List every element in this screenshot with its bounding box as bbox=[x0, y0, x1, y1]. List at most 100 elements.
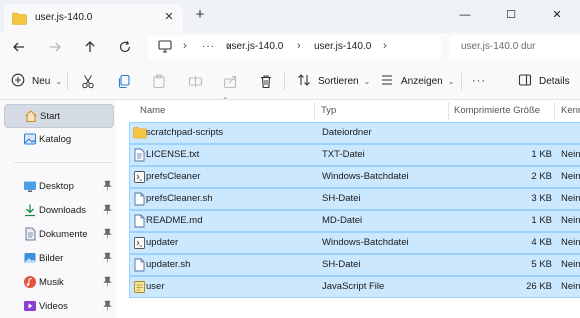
search-field[interactable]: user.js-140.0 dur bbox=[449, 36, 580, 59]
table-row[interactable]: prefsCleaner Windows-Batchdatei 2 KB Nei… bbox=[129, 166, 580, 188]
chevron-down-icon: ⌄ bbox=[447, 76, 455, 86]
minimize-button[interactable]: — bbox=[442, 0, 488, 30]
folder-icon bbox=[12, 12, 27, 28]
pin-icon[interactable] bbox=[103, 180, 112, 193]
pin-icon[interactable] bbox=[103, 300, 112, 313]
search-placeholder: user.js-140.0 dur bbox=[461, 41, 536, 52]
new-tab-button[interactable]: + bbox=[191, 6, 209, 24]
file-name: LICENSE.txt bbox=[146, 149, 200, 160]
file-protected: Nein bbox=[561, 259, 580, 270]
table-row[interactable]: updater.sh SH-Datei 5 KB Nein bbox=[129, 254, 580, 276]
share-icon bbox=[223, 72, 238, 90]
column-divider[interactable] bbox=[448, 102, 449, 120]
sidebar-item-katalog[interactable]: Katalog bbox=[4, 128, 114, 152]
sort-arrows-icon bbox=[297, 73, 313, 89]
new-button[interactable]: Neu ⌄ bbox=[11, 72, 62, 90]
paste-icon bbox=[152, 72, 166, 90]
sidebar-item-label: Katalog bbox=[39, 134, 72, 145]
file-protected: Nein bbox=[561, 193, 580, 204]
copy-icon[interactable] bbox=[117, 72, 131, 90]
maximize-button[interactable]: ☐ bbox=[488, 0, 534, 30]
column-header-protected[interactable]: Kenn bbox=[561, 105, 580, 116]
table-row[interactable]: prefsCleaner.sh SH-Datei 3 KB Nein bbox=[129, 188, 580, 210]
column-header-compressed-size[interactable]: Komprimierte Größe bbox=[454, 105, 540, 116]
cut-icon[interactable] bbox=[81, 72, 95, 90]
sidebar-item-dokumente[interactable]: Dokumente bbox=[4, 223, 114, 247]
table-row[interactable]: README.md MD-Datei 1 KB Nein bbox=[129, 210, 580, 232]
refresh-icon[interactable] bbox=[117, 40, 133, 56]
file-name: user bbox=[146, 281, 165, 292]
tab-close-icon[interactable]: ✕ bbox=[161, 9, 177, 25]
breadcrumb-more-button[interactable]: ··· bbox=[202, 41, 215, 52]
address-bar[interactable]: › ··· › user.js-140.0 › user.js-140.0 › bbox=[148, 36, 441, 59]
text-file-icon bbox=[133, 148, 147, 162]
file-type: SH-Datei bbox=[322, 259, 361, 270]
file-size: 1 KB bbox=[531, 215, 552, 226]
batch-file-icon bbox=[133, 236, 147, 250]
folder-icon bbox=[133, 126, 147, 140]
pin-icon[interactable] bbox=[103, 252, 112, 265]
pin-icon[interactable] bbox=[103, 276, 112, 289]
sidebar-item-label: Musik bbox=[39, 277, 64, 288]
sidebar-item-label: Dokumente bbox=[39, 229, 88, 240]
pin-icon[interactable] bbox=[103, 204, 112, 217]
back-arrow-icon[interactable] bbox=[11, 40, 27, 56]
chevron-down-icon: ⌄ bbox=[55, 76, 63, 86]
file-protected: Nein bbox=[561, 281, 580, 292]
file-size: 26 KB bbox=[526, 281, 552, 292]
file-size: 4 KB bbox=[531, 237, 552, 248]
sidebar-item-bilder[interactable]: Bilder bbox=[4, 247, 114, 271]
breadcrumb-segment[interactable]: user.js-140.0 bbox=[314, 41, 371, 52]
table-row[interactable]: user JavaScript File 26 KB Nein bbox=[129, 276, 580, 298]
navigation-bar: › ··· › user.js-140.0 › user.js-140.0 › … bbox=[0, 33, 580, 63]
sort-indicator-icon: ⌃ bbox=[222, 96, 229, 105]
file-name: scratchpad-scripts bbox=[146, 127, 224, 138]
table-row[interactable]: scratchpad-scripts Dateiordner bbox=[129, 122, 580, 144]
file-type: Windows-Batchdatei bbox=[322, 237, 409, 248]
column-divider[interactable] bbox=[314, 102, 315, 120]
sidebar-item-label: Bilder bbox=[39, 253, 64, 264]
column-header-name[interactable]: Name bbox=[140, 105, 165, 116]
generic-file-icon bbox=[133, 258, 147, 272]
sidebar-item-musik[interactable]: Musik bbox=[4, 271, 114, 295]
more-options-button[interactable]: ··· bbox=[472, 72, 486, 90]
rename-icon bbox=[188, 72, 203, 90]
chevron-right-icon: › bbox=[297, 40, 301, 52]
up-arrow-icon[interactable] bbox=[82, 40, 98, 56]
table-row[interactable]: updater Windows-Batchdatei 4 KB Nein bbox=[129, 232, 580, 254]
file-size: 5 KB bbox=[531, 259, 552, 270]
desktop-icon bbox=[23, 179, 37, 193]
delete-icon[interactable] bbox=[259, 72, 273, 90]
column-header-type[interactable]: Typ bbox=[321, 105, 336, 116]
download-icon bbox=[23, 203, 37, 217]
sidebar-item-start[interactable]: Start bbox=[4, 104, 114, 128]
file-name: prefsCleaner bbox=[146, 171, 201, 182]
plus-circle-icon bbox=[11, 73, 27, 89]
pin-icon[interactable] bbox=[103, 228, 112, 241]
chevron-right-icon: › bbox=[183, 40, 187, 52]
chevron-right-icon: › bbox=[383, 40, 387, 52]
chevron-down-icon: ⌄ bbox=[363, 76, 371, 86]
file-protected: Nein bbox=[561, 171, 580, 182]
details-pane-button[interactable]: Details bbox=[518, 72, 570, 90]
forward-arrow-icon[interactable] bbox=[47, 40, 63, 56]
file-type: Dateiordner bbox=[322, 127, 372, 138]
tab-active[interactable]: user.js-140.0 ✕ bbox=[4, 4, 183, 33]
video-icon bbox=[23, 299, 37, 313]
sidebar-item-downloads[interactable]: Downloads bbox=[4, 199, 114, 223]
file-type: Windows-Batchdatei bbox=[322, 171, 409, 182]
sidebar-item-videos[interactable]: Videos bbox=[4, 295, 114, 318]
file-protected: Nein bbox=[561, 237, 580, 248]
breadcrumb-segment[interactable]: user.js-140.0 bbox=[226, 41, 283, 52]
generic-file-icon bbox=[133, 192, 147, 206]
command-bar: Neu ⌄ Sortieren ⌄ Anzeigen ⌄ ··· Details bbox=[0, 63, 580, 100]
sort-button[interactable]: Sortieren ⌄ bbox=[297, 72, 370, 90]
window-close-button[interactable]: ✕ bbox=[534, 0, 580, 30]
sidebar-item-label: Start bbox=[40, 111, 61, 122]
column-divider[interactable] bbox=[554, 102, 555, 120]
file-name: README.md bbox=[146, 215, 203, 226]
table-row[interactable]: LICENSE.txt TXT-Datei 1 KB Nein bbox=[129, 144, 580, 166]
sidebar-item-desktop[interactable]: Desktop bbox=[4, 175, 114, 199]
view-button[interactable]: Anzeigen ⌄ bbox=[380, 72, 454, 90]
details-pane-icon bbox=[518, 73, 534, 89]
